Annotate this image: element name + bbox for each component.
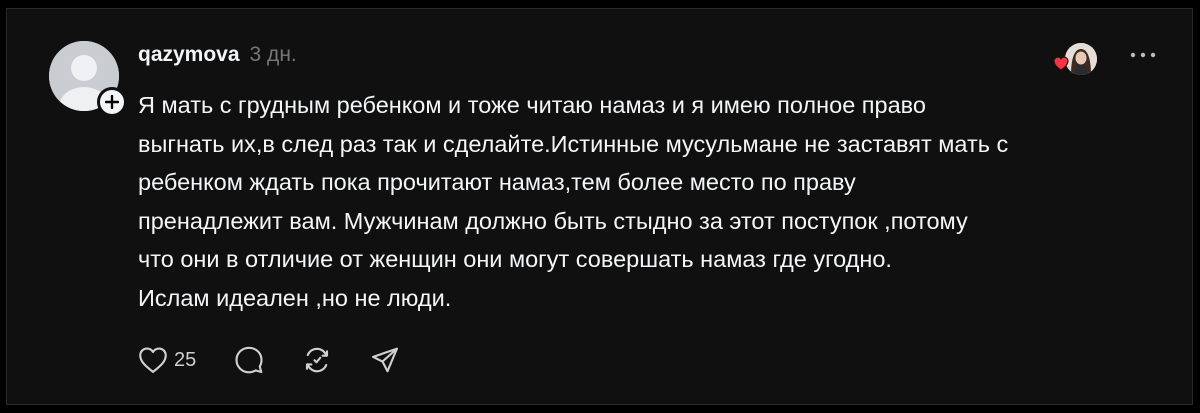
post-text: Я мать с грудным ребенком и тоже читаю н… — [138, 92, 1009, 311]
username[interactable]: qazymova — [138, 43, 240, 67]
user-photo-avatar-icon — [1065, 43, 1097, 75]
ellipsis-icon — [1130, 52, 1156, 58]
like-count: 25 — [174, 348, 197, 371]
timestamp[interactable]: 3 дн. — [250, 43, 297, 67]
heart-icon — [139, 347, 167, 373]
author-avatar[interactable] — [49, 41, 127, 117]
like-button[interactable]: 25 — [138, 346, 196, 374]
heart-filled-icon — [1053, 56, 1069, 71]
comment-bubble-icon — [235, 346, 263, 374]
post-card: qazymova 3 дн. Я мать с грудным ребенком… — [6, 8, 1193, 405]
send-icon — [372, 347, 399, 373]
liked-by-indicator[interactable] — [1053, 43, 1099, 79]
post-header: qazymova 3 дн. — [138, 43, 297, 67]
action-bar: 25 — [138, 345, 438, 375]
more-options-button[interactable] — [1128, 43, 1158, 67]
plus-icon — [105, 95, 119, 109]
follow-button[interactable] — [97, 87, 127, 117]
share-button[interactable] — [370, 345, 400, 375]
repost-icon — [306, 347, 329, 373]
repost-button[interactable] — [302, 345, 332, 375]
reply-button[interactable] — [234, 345, 264, 375]
